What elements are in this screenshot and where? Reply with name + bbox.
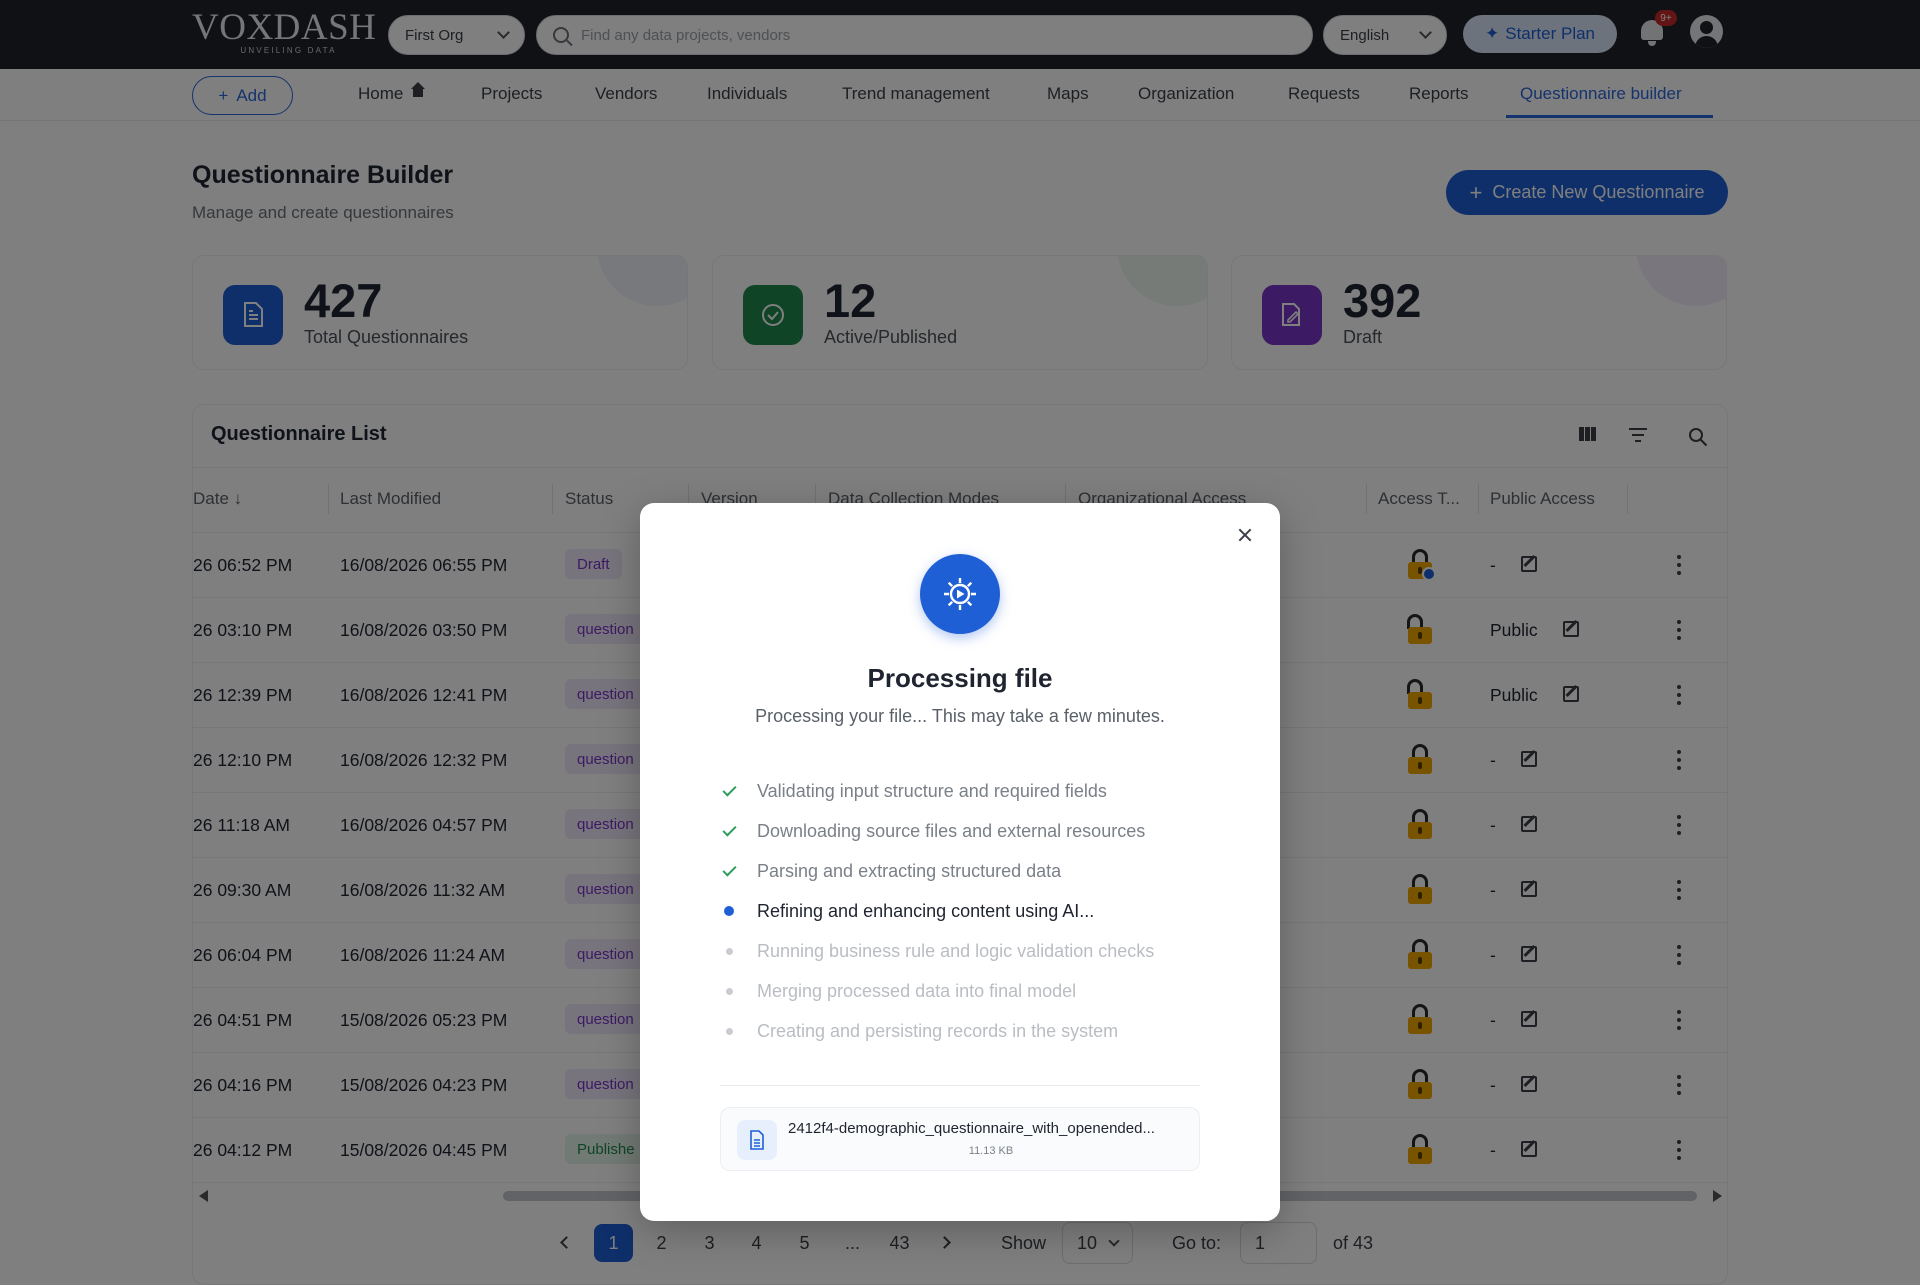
step-label: Downloading source files and external re…: [757, 820, 1146, 841]
check-icon: [721, 781, 737, 797]
check-icon: [721, 821, 737, 837]
step-item: Validating input structure and required …: [720, 776, 1107, 806]
step-item: Parsing and extracting structured data: [720, 856, 1061, 886]
pending-dot-icon: [725, 1027, 733, 1035]
step-label: Merging processed data into final model: [757, 980, 1077, 1001]
step-item: Running business rule and logic validati…: [720, 936, 1154, 966]
step-item: Merging processed data into final model: [720, 976, 1076, 1006]
close-icon[interactable]: [1235, 525, 1255, 545]
step-item: Refining and enhancing content using AI.…: [720, 896, 1094, 926]
pending-dot-icon: [725, 987, 733, 995]
file-name: 2412f4-demographic_questionnaire_with_op…: [788, 1120, 1155, 1137]
step-label: Refining and enhancing content using AI.…: [757, 900, 1095, 921]
step-label: Validating input structure and required …: [757, 780, 1107, 801]
step-label: Running business rule and logic validati…: [757, 940, 1155, 961]
file-card: 2412f4-demographic_questionnaire_with_op…: [720, 1107, 1200, 1171]
processing-modal: Processing file Processing your file... …: [640, 503, 1280, 1221]
step-item: Downloading source files and external re…: [720, 816, 1145, 846]
step-label: Creating and persisting records in the s…: [757, 1020, 1119, 1041]
divider: [720, 1085, 1200, 1086]
check-icon: [721, 861, 737, 877]
modal-subtitle: Processing your file... This may take a …: [755, 706, 1165, 726]
gear-icon: [920, 554, 1000, 634]
file-size: 11.13 KB: [968, 1145, 1014, 1157]
modal-title: Processing file: [867, 663, 1053, 693]
step-item: Creating and persisting records in the s…: [720, 1016, 1118, 1046]
active-dot-icon: [724, 906, 734, 916]
pending-dot-icon: [725, 947, 733, 955]
step-label: Parsing and extracting structured data: [757, 860, 1062, 881]
